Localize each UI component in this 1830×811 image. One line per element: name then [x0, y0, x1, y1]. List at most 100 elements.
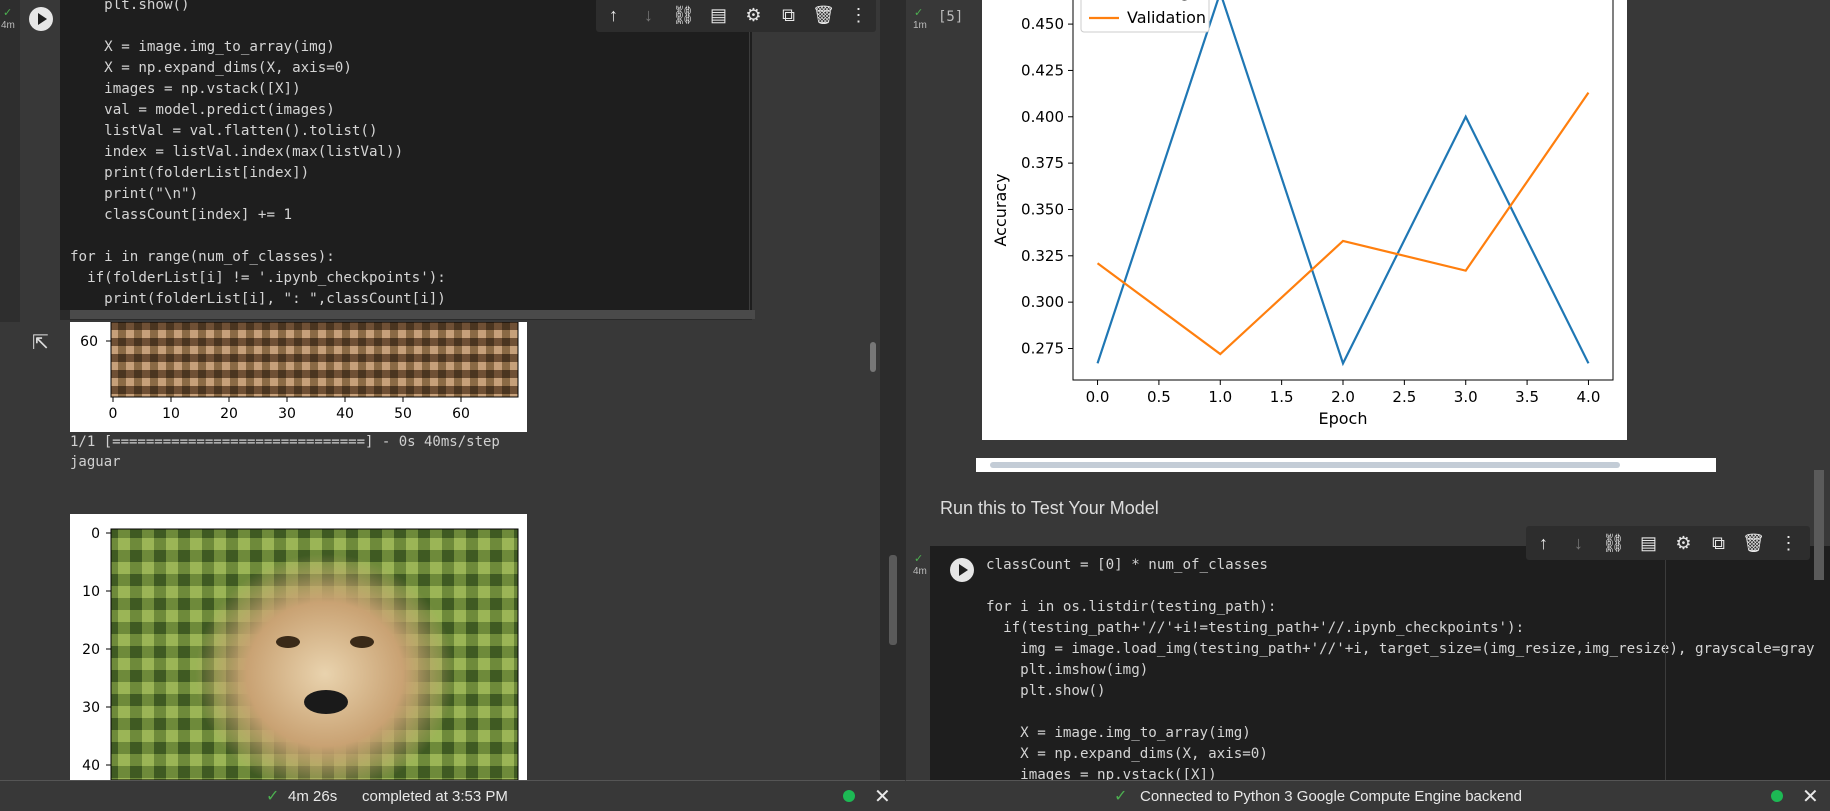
status-time: 4m 26s [288, 787, 338, 805]
pane-divider[interactable] [880, 0, 906, 780]
output-scrollbar[interactable] [870, 342, 876, 372]
image-1-pixels [110, 321, 519, 398]
run-cell-button-2[interactable] [950, 558, 974, 582]
left-code-line[interactable]: classCount[index] += 1 [70, 207, 292, 223]
status-bar-left: ✓ 4m 26s completed at 3:53 PM ✕ [0, 780, 905, 811]
x-tick-label: 3.5 [1515, 388, 1539, 406]
cell-toolbar: ↑ ↓ ⛓ ▤ ⚙ ⧉ 🗑 ⋮ [596, 0, 876, 32]
progress-text: 1/1 [==============================] - 0… [70, 434, 500, 450]
x-tick-label: 3.0 [1454, 388, 1478, 406]
left-code-line[interactable]: val = model.predict(images) [70, 102, 335, 118]
status-check-icon: ✓ [266, 788, 280, 805]
code-editor-2[interactable]: classCount = [0] * num_of_classesfor i i… [930, 546, 1830, 780]
y-tick-label: 0.300 [1021, 293, 1064, 311]
right-code-line[interactable]: X = image.img_to_array(img) [986, 725, 1251, 741]
left-code-line[interactable]: X = image.img_to_array(img) [70, 39, 335, 55]
link-icon-2[interactable]: ⛓ [1596, 526, 1631, 560]
move-up-icon[interactable]: ↑ [596, 0, 631, 32]
exec-check-icon-2: ✓ [914, 7, 924, 19]
legend-label: Training [1126, 0, 1190, 1]
legend-label: Validation [1127, 8, 1206, 27]
ruler-line [749, 0, 750, 310]
comment-icon[interactable]: ▤ [701, 0, 736, 32]
y-tick-label: 0.375 [1021, 154, 1064, 172]
status-check-icon-2: ✓ [1114, 788, 1128, 805]
y-tick-label: 0.325 [1021, 247, 1064, 265]
ruler-line-2 [1665, 546, 1666, 780]
close-icon[interactable]: ✕ [874, 784, 891, 809]
prediction-label: jaguar [70, 454, 121, 470]
cell-toolbar-2: ↑ ↓ ⛓ ▤ ⚙ ⧉ 🗑 ⋮ [1526, 526, 1810, 560]
y-tick-label: 0.350 [1021, 200, 1064, 218]
right-code-line[interactable]: X = np.expand_dims(X, axis=0) [986, 746, 1268, 762]
image-2-ytick: 20 [82, 642, 100, 658]
left-notebook-pane: ✓ 4m plt.show() X = image.img_to_array(i… [0, 0, 880, 780]
left-code-line[interactable]: X = np.expand_dims(X, axis=0) [70, 60, 352, 76]
output-image-1: 0 10 20 30 40 50 60 60 [70, 321, 527, 432]
move-down-icon[interactable]: ↓ [631, 0, 666, 32]
y-tick-label: 0.400 [1021, 108, 1064, 126]
left-code-line[interactable]: print("\n") [70, 186, 198, 202]
left-code-line[interactable]: listVal = val.flatten().tolist() [70, 123, 377, 139]
exec-time-label-3: 4m [913, 566, 927, 577]
exec-count: [5] [938, 9, 964, 25]
left-code-line[interactable]: images = np.vstack([X]) [70, 81, 300, 97]
gear-icon-2[interactable]: ⚙ [1666, 526, 1701, 560]
exec-check-icon-3: ✓ [914, 553, 924, 565]
image-1-xtick: 50 [394, 406, 412, 422]
more-icon[interactable]: ⋮ [841, 0, 876, 32]
left-code-line[interactable]: index = listVal.index(max(listVal)) [70, 144, 403, 160]
exec-time-label: 4m [1, 20, 15, 31]
right-code-line[interactable]: images = np.vstack([X]) [986, 767, 1216, 780]
output-area: ⇱ 0 10 20 30 40 50 60 60 1/1 [=========== [0, 321, 880, 780]
status-completed: completed at 3:53 PM [362, 787, 508, 805]
close-icon-2[interactable]: ✕ [1802, 784, 1819, 809]
x-tick-label: 2.0 [1331, 388, 1355, 406]
output-icon[interactable]: ⇱ [32, 330, 49, 355]
exec-check-icon: ✓ [3, 7, 13, 19]
left-code-line[interactable]: plt.show() [70, 0, 189, 13]
left-code-line[interactable]: if(folderList[i] != '.ipynb_checkpoints'… [70, 270, 446, 286]
chart-scroll-track[interactable] [976, 458, 1716, 472]
delete-icon-2[interactable]: 🗑 [1736, 526, 1771, 560]
image-1-ytick: 60 [80, 334, 98, 350]
divider-scroll-thumb[interactable] [889, 555, 897, 645]
left-code-line[interactable]: for i in range(num_of_classes): [70, 249, 335, 265]
horizontal-scrollbar[interactable] [70, 310, 755, 319]
exec-time-label-2: 1m [913, 20, 927, 31]
code-editor[interactable]: plt.show() X = image.img_to_array(img) X… [60, 0, 752, 320]
image-1-xtick: 40 [336, 406, 354, 422]
right-code-line[interactable]: img = image.load_img(testing_path+'//'+i… [986, 641, 1814, 657]
image-1-xtick: 30 [278, 406, 296, 422]
x-tick-label: 2.5 [1392, 388, 1416, 406]
run-cell-button[interactable] [29, 7, 53, 31]
right-code-line[interactable]: if(testing_path+'//'+i!=testing_path+'//… [986, 620, 1524, 636]
image-1-xtick: 0 [109, 406, 118, 422]
y-axis-label: Accuracy [991, 173, 1010, 246]
left-code-line[interactable]: print(folderList[index]) [70, 165, 309, 181]
gear-icon[interactable]: ⚙ [736, 0, 771, 32]
right-scrollbar[interactable] [1814, 470, 1824, 580]
mirror-cell-icon-2[interactable]: ⧉ [1701, 526, 1736, 560]
move-down-icon-2[interactable]: ↓ [1561, 526, 1596, 560]
comment-icon-2[interactable]: ▤ [1631, 526, 1666, 560]
x-tick-label: 0.5 [1147, 388, 1171, 406]
series-line-training [1096, 0, 1590, 367]
right-code-line[interactable]: for i in os.listdir(testing_path): [986, 599, 1276, 615]
left-code-line[interactable]: print(folderList[i], ": ",classCount[i]) [70, 291, 446, 307]
right-notebook-pane: ✓ 1m [5] 0.0 0.5 1.0 1.5 2.0 2.5 3.0 3.5 4.0 0.27… [906, 0, 1830, 780]
right-code-line[interactable]: plt.show() [986, 683, 1105, 699]
right-code-line[interactable]: classCount = [0] * num_of_classes [986, 557, 1268, 573]
delete-icon[interactable]: 🗑 [806, 0, 841, 32]
y-tick-label: 0.450 [1021, 15, 1064, 33]
mirror-cell-icon[interactable]: ⧉ [771, 0, 806, 32]
move-up-icon-2[interactable]: ↑ [1526, 526, 1561, 560]
link-icon[interactable]: ⛓ [666, 0, 701, 32]
chart-svg: 0.0 0.5 1.0 1.5 2.0 2.5 3.0 3.5 4.0 0.275 0.300 0.3… [991, 0, 1614, 428]
right-code-line[interactable]: plt.imshow(img) [986, 662, 1148, 678]
chart-scroll-thumb[interactable] [990, 462, 1620, 468]
image-1-plot: 0 10 20 30 40 50 60 60 [80, 321, 519, 422]
more-icon-2[interactable]: ⋮ [1771, 526, 1806, 560]
image-1-xtick: 20 [220, 406, 238, 422]
text-cell-heading: Run this to Test Your Model [940, 498, 1159, 518]
